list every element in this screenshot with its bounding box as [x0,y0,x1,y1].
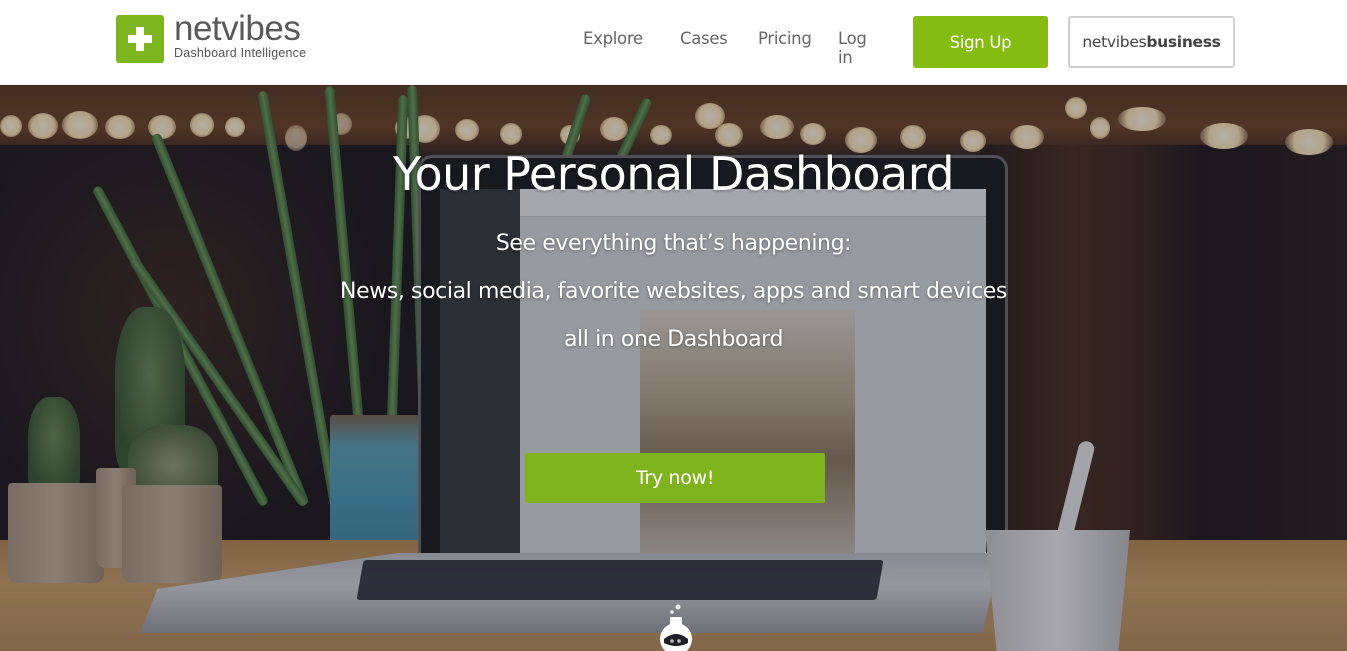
brand-tagline: Dashboard Intelligence [174,46,307,60]
business-label-bold: business [1146,33,1221,51]
netvibes-logo[interactable]: netvibes Dashboard Intelligence [116,9,307,63]
nav-login[interactable]: Log in [838,29,867,67]
hero-subtitle-line-3: all in one Dashboard [563,327,784,352]
brand-name: netvibes [174,9,301,48]
hero-subtitle-line-2: News, social media, favorite websites, a… [340,279,1007,304]
hero-subtitle-line-1: See everything that’s happening: [495,231,852,256]
flask-icon[interactable] [656,603,696,651]
nav-cases[interactable]: Cases [680,29,728,48]
netvibes-business-button[interactable]: netvibes business [1068,16,1235,68]
nav-explore[interactable]: Explore [583,29,643,48]
hero-title: Your Personal Dashboard [392,147,955,201]
hero-section: Your Personal Dashboard See everything t… [0,85,1347,651]
logo-text: netvibes Dashboard Intelligence [174,9,307,60]
plus-icon [116,15,164,63]
site-header: netvibes Dashboard Intelligence Explore … [0,0,1347,85]
sign-up-button[interactable]: Sign Up [913,16,1048,68]
try-now-button[interactable]: Try now! [525,453,825,503]
business-label-regular: netvibes [1082,33,1147,51]
nav-pricing[interactable]: Pricing [758,29,812,48]
